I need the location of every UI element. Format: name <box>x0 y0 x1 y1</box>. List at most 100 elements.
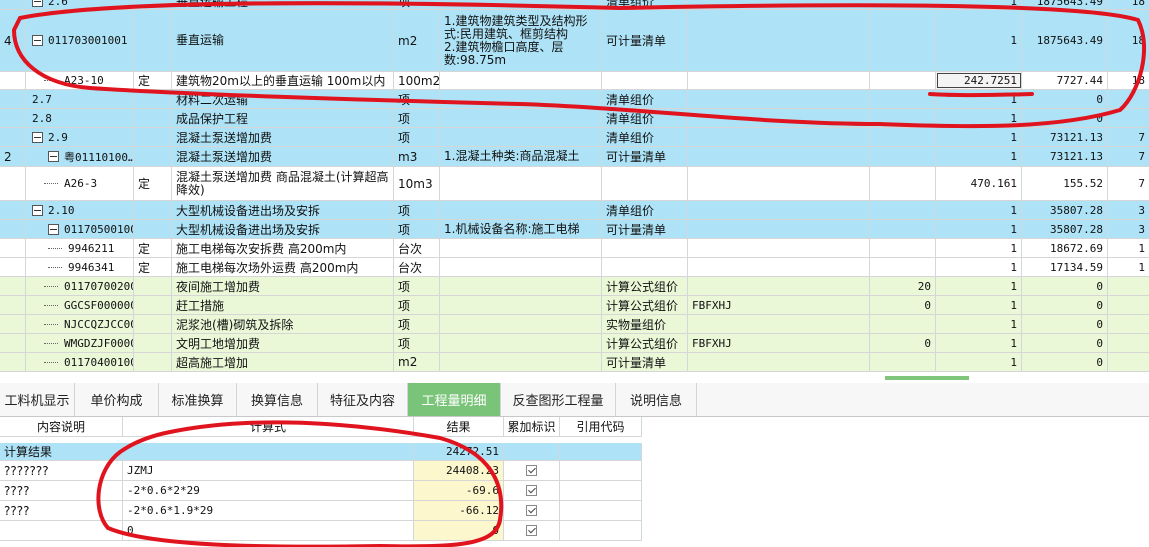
table-row[interactable]: NJCCQZJCC001 泥浆池(槽)砌筑及拆除 项 实物量组价 1 0 <box>0 315 1149 334</box>
basis-cell[interactable] <box>688 258 870 276</box>
table-row[interactable]: 011704001001 超高施工增加 m2 可计量清单 1 0 <box>0 353 1149 372</box>
detail-row[interactable]: 00 <box>0 521 642 541</box>
table-row[interactable]: 2.7 材料二次运输 项 清单组价 1 0 <box>0 90 1149 109</box>
row-marker[interactable]: 4 <box>0 10 26 71</box>
quantity-cell[interactable]: 1 <box>936 296 1022 314</box>
accumulate-checkbox[interactable] <box>526 525 537 536</box>
detail-ref-cell[interactable] <box>560 461 642 480</box>
unit-price-cell[interactable]: 0 <box>1022 296 1108 314</box>
row-marker[interactable] <box>0 128 26 146</box>
feature-cell[interactable] <box>440 0 602 9</box>
row-marker[interactable] <box>0 201 26 219</box>
unit-cell[interactable]: 项 <box>394 334 440 352</box>
code-cell[interactable]: 2.7 <box>26 90 134 108</box>
category-cell[interactable]: 清单组价 <box>602 0 688 9</box>
type-cell[interactable] <box>134 147 172 166</box>
basis-cell[interactable] <box>688 147 870 166</box>
unit-price-cell[interactable]: 1875643.49 <box>1022 0 1108 9</box>
quantity-cell[interactable]: 1 <box>936 128 1022 146</box>
name-cell[interactable]: 混凝土泵送增加费 <box>172 147 394 166</box>
rate-cell[interactable] <box>870 167 936 200</box>
table-row[interactable]: 4 011703001001 垂直运输 m2 1.建筑物建筑类型及结构形式:民用建筑、框… <box>0 10 1149 72</box>
type-cell[interactable] <box>134 353 172 371</box>
table-row[interactable]: 2.6 垂直运输工程 项 清单组价 1 1875643.49 18 <box>0 0 1149 10</box>
feature-cell[interactable] <box>440 167 602 200</box>
name-cell[interactable]: 泥浆池(槽)砌筑及拆除 <box>172 315 394 333</box>
unit-price-cell[interactable]: 1875643.49 <box>1022 10 1108 71</box>
type-cell[interactable] <box>134 90 172 108</box>
basis-cell[interactable] <box>688 201 870 219</box>
category-cell[interactable]: 清单组价 <box>602 109 688 127</box>
total-cell[interactable] <box>1108 315 1149 333</box>
category-cell[interactable] <box>602 167 688 200</box>
unit-price-cell[interactable]: 35807.28 <box>1022 220 1108 238</box>
type-cell[interactable] <box>134 201 172 219</box>
row-marker[interactable] <box>0 90 26 108</box>
tab-4[interactable]: 特征及内容 <box>318 383 408 416</box>
rate-cell[interactable] <box>870 109 936 127</box>
rate-cell[interactable] <box>870 147 936 166</box>
unit-price-cell[interactable]: 73121.13 <box>1022 128 1108 146</box>
category-cell[interactable]: 清单组价 <box>602 201 688 219</box>
code-cell[interactable]: A26-3 <box>26 167 134 200</box>
unit-cell[interactable]: 项 <box>394 0 440 9</box>
feature-cell[interactable] <box>440 315 602 333</box>
name-cell[interactable]: 建筑物20m以上的垂直运输 100m以内 <box>172 72 394 89</box>
table-row[interactable]: GGCSF0000001 赶工措施 项 计算公式组价 FBFXHJ 0 1 0 <box>0 296 1149 315</box>
code-cell[interactable]: 粤01110100… <box>26 147 134 166</box>
quantity-cell[interactable]: 1 <box>936 201 1022 219</box>
table-row[interactable]: 2.9 混凝土泵送增加费 项 清单组价 1 73121.13 7 <box>0 128 1149 147</box>
detail-result-cell[interactable]: -66.12 <box>414 501 504 520</box>
table-row[interactable]: A23-10 定 建筑物20m以上的垂直运输 100m以内 100m2 242.7251… <box>0 72 1149 90</box>
detail-result-cell[interactable]: 24408.23 <box>414 461 504 480</box>
detail-desc-cell[interactable]: ???? <box>0 481 123 500</box>
quantity-cell[interactable]: 1 <box>936 220 1022 238</box>
feature-cell[interactable] <box>440 353 602 371</box>
collapse-toggle-icon[interactable] <box>48 223 59 235</box>
name-cell[interactable]: 文明工地增加费 <box>172 334 394 352</box>
row-marker[interactable]: 2 <box>0 147 26 166</box>
feature-cell[interactable] <box>440 334 602 352</box>
rate-cell[interactable] <box>870 353 936 371</box>
table-row[interactable]: 2.8 成品保护工程 项 清单组价 1 0 <box>0 109 1149 128</box>
type-cell[interactable] <box>134 277 172 295</box>
total-cell[interactable] <box>1108 334 1149 352</box>
code-cell[interactable]: 9946341 <box>26 258 134 276</box>
name-cell[interactable]: 混凝土泵送增加费 商品混凝土(计算超高降效) <box>172 167 394 200</box>
quantity-cell[interactable]: 1 <box>936 258 1022 276</box>
unit-cell[interactable]: 100m2 <box>394 72 440 89</box>
unit-price-cell[interactable]: 17134.59 <box>1022 258 1108 276</box>
feature-cell[interactable] <box>440 109 602 127</box>
feature-cell[interactable] <box>440 258 602 276</box>
tab-2[interactable]: 标准换算 <box>159 383 237 416</box>
code-cell[interactable]: 2.8 <box>26 109 134 127</box>
code-cell[interactable]: 2.9 <box>26 128 134 146</box>
detail-result-cell[interactable]: 0 <box>414 521 504 540</box>
type-cell[interactable] <box>134 334 172 352</box>
name-cell[interactable]: 垂直运输工程 <box>172 0 394 9</box>
code-cell[interactable]: WMGDZJF00001 <box>26 334 134 352</box>
total-cell[interactable]: 1 <box>1108 258 1149 276</box>
row-marker[interactable] <box>0 167 26 200</box>
collapse-toggle-icon[interactable] <box>32 35 43 46</box>
detail-accumulate-cell[interactable] <box>504 461 560 480</box>
basis-cell[interactable] <box>688 167 870 200</box>
type-cell[interactable] <box>134 10 172 71</box>
basis-cell[interactable] <box>688 239 870 257</box>
row-marker[interactable] <box>0 72 26 89</box>
type-cell[interactable] <box>134 296 172 314</box>
table-row[interactable]: 011707002001 夜间施工增加费 项 计算公式组价 20 1 0 <box>0 277 1149 296</box>
detail-accumulate-cell[interactable] <box>504 521 560 540</box>
quantity-cell[interactable]: 1 <box>936 239 1022 257</box>
code-cell[interactable]: 011707002001 <box>26 277 134 295</box>
tab-7[interactable]: 说明信息 <box>616 383 697 416</box>
row-marker[interactable] <box>0 334 26 352</box>
tab-5[interactable]: 工程量明细 <box>408 383 501 416</box>
category-cell[interactable]: 可计量清单 <box>602 353 688 371</box>
collapse-toggle-icon[interactable] <box>32 0 43 7</box>
type-cell[interactable]: 定 <box>134 239 172 257</box>
name-cell[interactable]: 施工电梯每次场外运费 高200m内 <box>172 258 394 276</box>
unit-price-cell[interactable]: 73121.13 <box>1022 147 1108 166</box>
basis-cell[interactable] <box>688 353 870 371</box>
detail-desc-cell[interactable]: ??????? <box>0 461 123 480</box>
